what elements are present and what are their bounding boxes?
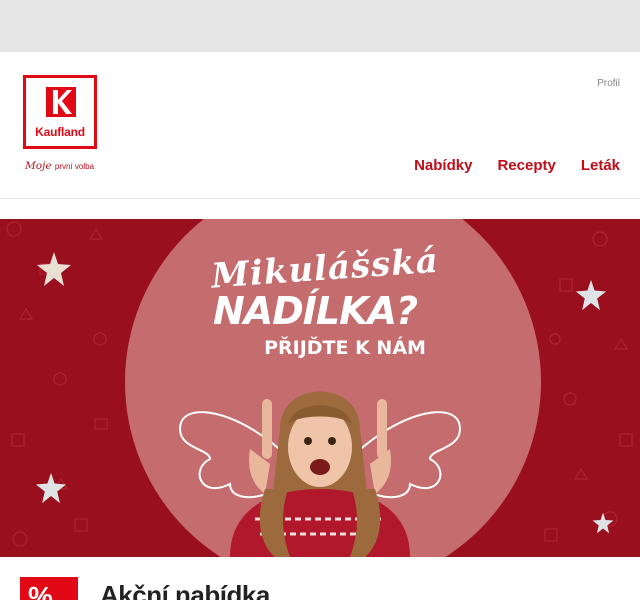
logo-text: Kaufland <box>35 125 85 139</box>
profile-link[interactable]: Profil <box>597 78 620 89</box>
percent-icon: % <box>20 577 78 600</box>
nav-item-leaflet[interactable]: Leták <box>581 157 620 174</box>
star-decoration-icon <box>575 279 607 311</box>
slogan: Moje první volba <box>25 160 94 172</box>
star-decoration-icon <box>37 252 71 286</box>
offers-section: % Akční nabídka <box>0 557 640 600</box>
kaufland-logo[interactable]: Kaufland <box>23 75 97 149</box>
slogan-text: první volba <box>54 162 95 171</box>
nav-item-offers[interactable]: Nabídky <box>414 157 472 174</box>
slogan-script: Moje <box>25 160 52 172</box>
hero-title: NADÍLKA? <box>212 289 418 333</box>
star-decoration-icon <box>35 472 67 504</box>
hero-banner[interactable]: Mikulášská NADÍLKA? PŘIJĎTE K NÁM <box>0 219 640 557</box>
kaufland-logo-icon <box>46 87 76 117</box>
star-decoration-icon <box>592 512 614 534</box>
main-nav: Nabídky Recepty Leták <box>414 157 620 174</box>
hero-subtitle: PŘIJĎTE K NÁM <box>264 337 426 359</box>
site-header: Kaufland Moje první volba Profil Nabídky… <box>0 52 640 199</box>
offers-heading[interactable]: Akční nabídka <box>100 580 270 600</box>
girl-with-wings-image <box>178 391 462 557</box>
nav-item-recipes[interactable]: Recepty <box>497 157 555 174</box>
browser-top-bar <box>0 0 640 52</box>
